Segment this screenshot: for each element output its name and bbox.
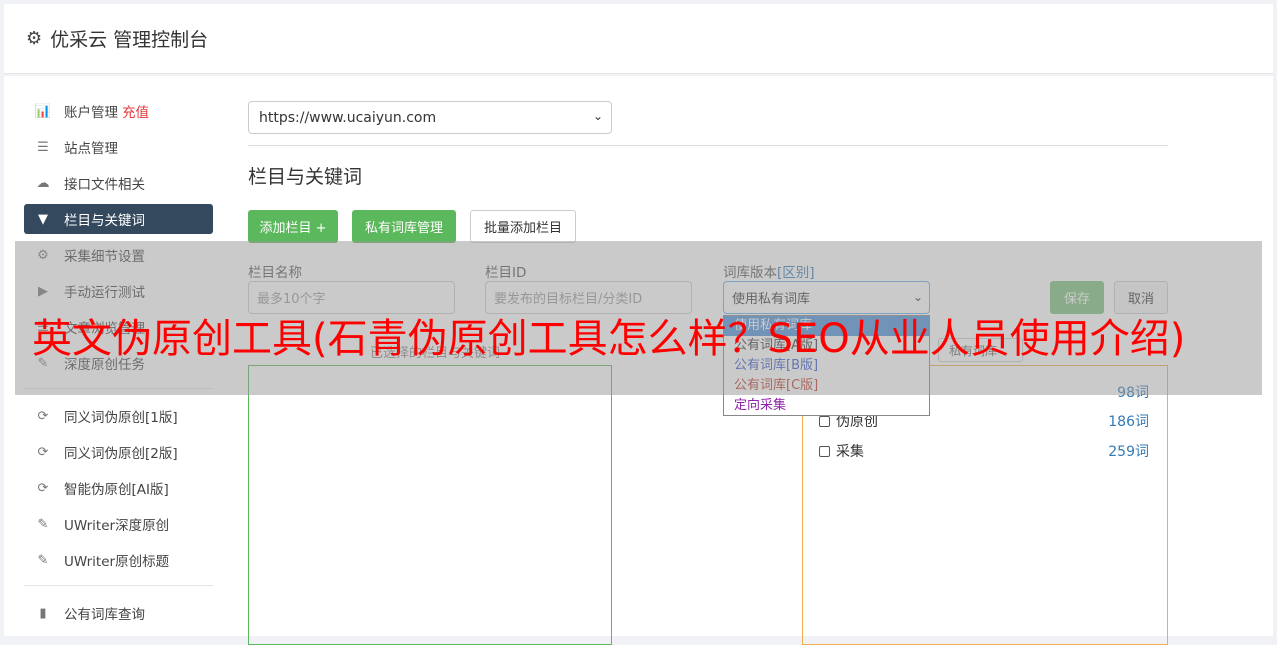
dropdown-option[interactable]: 定向采集: [724, 396, 929, 416]
list-item-label: 采集: [836, 444, 864, 460]
add-column-button[interactable]: 添加栏目 +: [248, 210, 338, 243]
checkbox[interactable]: [819, 415, 830, 427]
divider: [248, 145, 1168, 146]
chevron-down-icon: ⌄: [592, 109, 603, 123]
sidebar-item-public-lib-query[interactable]: ▮ 公有词库查询: [24, 598, 213, 628]
sidebar-item-label: UWriter原创标题: [64, 554, 170, 570]
batch-add-button[interactable]: 批量添加栏目: [470, 210, 576, 243]
recharge-link[interactable]: 充值: [122, 101, 149, 121]
refresh-icon: ⟳: [37, 444, 49, 460]
site-select-value: https://www.ucaiyun.com: [259, 109, 437, 126]
sidebar-item-account[interactable]: 📊 账户管理 充值: [24, 96, 213, 126]
sidebar-item-label: 智能伪原创[AI版]: [64, 482, 169, 498]
sidebar-item-label: 栏目与关键词: [64, 213, 145, 229]
app-header: ⚙ 优采云 管理控制台: [4, 4, 1273, 74]
edit-icon: ✎: [37, 552, 49, 568]
edit-icon: ✎: [37, 516, 49, 532]
list-item-count[interactable]: 186词: [1108, 411, 1149, 431]
sidebar-item-sites[interactable]: ☰ 站点管理: [24, 132, 213, 162]
sidebar-item-uwriter-deep[interactable]: ✎ UWriter深度原创: [24, 509, 213, 539]
selected-keywords-box[interactable]: [248, 365, 612, 645]
private-lib-button[interactable]: 私有词库管理: [352, 210, 456, 243]
sidebar-item-columns-keywords[interactable]: ▼ 栏目与关键词: [24, 204, 213, 234]
sidebar-item-synonym-v2[interactable]: ⟳ 同义词伪原创[2版]: [24, 437, 213, 467]
sidebar-item-label: 同义词伪原创[2版]: [64, 446, 178, 462]
book-icon: ▮: [39, 605, 47, 621]
filter-icon: ▼: [38, 211, 48, 227]
refresh-icon: ⟳: [37, 480, 49, 496]
section-title: 栏目与关键词: [248, 166, 363, 188]
server-icon: ☰: [37, 139, 49, 155]
cloud-upload-icon: ☁: [36, 175, 50, 191]
list-item[interactable]: 采集 259词: [819, 440, 1149, 462]
sidebar-item-label: 接口文件相关: [64, 177, 145, 193]
bar-chart-icon: 📊: [34, 103, 52, 119]
site-select[interactable]: https://www.ucaiyun.com ⌄: [248, 101, 612, 134]
sidebar-item-label: 同义词伪原创[1版]: [64, 410, 178, 426]
sidebar-item-label: UWriter深度原创: [64, 518, 170, 534]
checkbox[interactable]: [819, 445, 830, 457]
sidebar-item-label: 账户管理: [64, 105, 118, 121]
sidebar-item-interface-files[interactable]: ☁ 接口文件相关: [24, 168, 213, 198]
refresh-icon: ⟳: [37, 408, 49, 424]
sidebar-item-ai-rewrite[interactable]: ⟳ 智能伪原创[AI版]: [24, 473, 213, 503]
sidebar-item-label: 站点管理: [64, 141, 118, 157]
sidebar-item-synonym-v1[interactable]: ⟳ 同义词伪原创[1版]: [24, 401, 213, 431]
sidebar-item-uwriter-title[interactable]: ✎ UWriter原创标题: [24, 545, 213, 575]
list-item-count[interactable]: 259词: [1108, 441, 1149, 461]
gear-icon: ⚙: [26, 28, 43, 49]
sidebar-divider: [24, 585, 213, 586]
overlay-title: 英文伪原创工具(石青伪原创工具怎么样？SEO从业人员使用介绍): [32, 316, 1186, 362]
page-title: 优采云 管理控制台: [50, 29, 209, 51]
sidebar-item-label: 公有词库查询: [64, 607, 145, 623]
